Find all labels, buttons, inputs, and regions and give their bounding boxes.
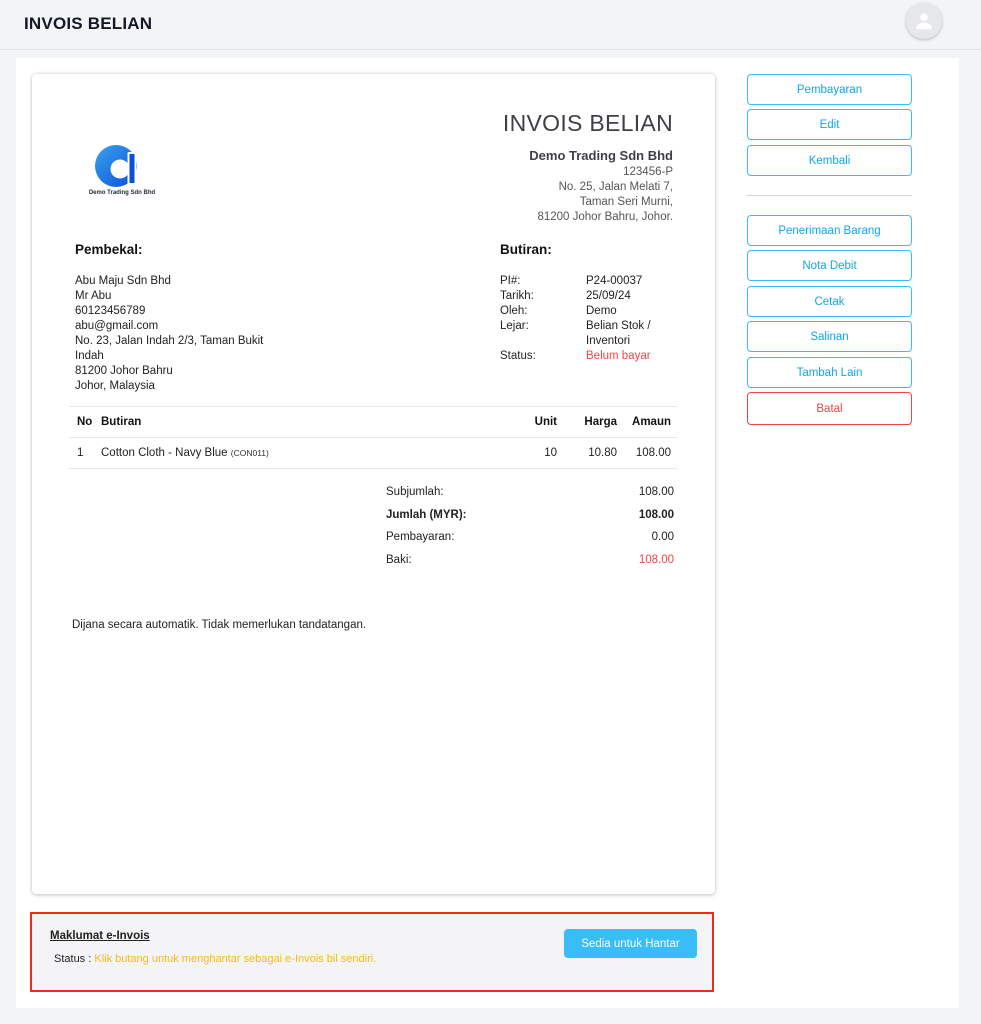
paid-value: 0.00 xyxy=(651,531,674,544)
company-reg-no: 123456-P xyxy=(623,166,673,178)
row-unit: 10 xyxy=(485,437,557,469)
items-table: No Butiran Unit Harga Amaun 1 Cotton Clo… xyxy=(69,406,677,469)
column-header-amount: Amaun xyxy=(617,406,677,438)
logo-caption: Demo Trading Sdn Bhd xyxy=(88,190,156,196)
column-header-unit: Unit xyxy=(485,406,557,438)
detail-row-pi: PI#: P24-00037 xyxy=(500,274,666,289)
subtotal-value: 108.00 xyxy=(638,486,674,499)
detail-value: 25/09/24 xyxy=(586,290,631,302)
supplier-name: Abu Maju Sdn Bhd xyxy=(75,275,171,287)
balance-label: Baki: xyxy=(386,553,412,566)
column-header-item: Butiran xyxy=(101,406,485,438)
copy-button[interactable]: Salinan xyxy=(747,321,912,352)
einvoice-status-hint: Klik butang untuk menghantar sebagai e-I… xyxy=(94,953,377,965)
company-address-line: Taman Seri Murni, xyxy=(579,196,673,208)
back-button[interactable]: Kembali xyxy=(747,145,912,176)
invoice-details: PI#: P24-00037 Tarikh: 25/09/24 Oleh: De… xyxy=(500,274,666,364)
cancel-button[interactable]: Batal xyxy=(747,392,912,425)
invoice-title: INVOIS BELIAN xyxy=(502,110,673,136)
supplier-phone: 60123456789 xyxy=(75,305,146,317)
balance-value: 108.00 xyxy=(638,553,674,566)
detail-label: Tarikh: xyxy=(500,290,534,302)
row-no: 1 xyxy=(69,437,101,469)
company-address-line: No. 25, Jalan Melati 7, xyxy=(558,181,673,193)
top-bar: INVOIS BELIAN xyxy=(0,0,981,50)
company-info: Demo Trading Sdn Bhd 123456-P No. 25, Ja… xyxy=(529,148,673,225)
debit-note-button[interactable]: Nota Debit xyxy=(747,250,912,281)
company-address-line: 81200 Johor Bahru, Johor. xyxy=(537,211,673,223)
supplier-address-line: 81200 Johor Bahru xyxy=(75,365,173,377)
detail-value: Belian Stok / Inventori xyxy=(586,320,651,347)
detail-label: Lejar: xyxy=(500,320,529,332)
detail-row-by: Oleh: Demo xyxy=(500,304,666,319)
table-header-row: No Butiran Unit Harga Amaun xyxy=(69,406,677,438)
detail-label: Status: xyxy=(500,350,536,362)
detail-row-date: Tarikh: 25/09/24 xyxy=(500,289,666,304)
page-title: INVOIS BELIAN xyxy=(24,14,153,33)
detail-label: Oleh: xyxy=(500,305,528,317)
supplier-heading: Pembekal: xyxy=(75,242,143,257)
row-amount: 108.00 xyxy=(617,437,677,469)
payment-button[interactable]: Pembayaran xyxy=(747,74,912,105)
item-code: (CON011) xyxy=(230,448,269,458)
total-label: Jumlah (MYR): xyxy=(386,508,467,521)
paid-row: Pembayaran: 0.00 xyxy=(386,526,674,549)
footnote: Dijana secara automatik. Tidak memerluka… xyxy=(72,619,367,631)
subtotal-row: Subjumlah: 108.00 xyxy=(386,481,674,504)
einvoice-panel: Maklumat e-Invois Status : Klik butang u… xyxy=(30,912,714,992)
supplier-info: Abu Maju Sdn Bhd Mr Abu 60123456789 abu@… xyxy=(75,274,295,394)
detail-row-ledger: Lejar: Belian Stok / Inventori xyxy=(500,319,666,349)
item-name: Cotton Cloth - Navy Blue xyxy=(101,447,228,459)
supplier-email: abu@gmail.com xyxy=(75,320,159,332)
paid-label: Pembayaran: xyxy=(386,531,455,544)
table-row: 1 Cotton Cloth - Navy Blue (CON011) 10 1… xyxy=(69,437,677,469)
total-value: 108.00 xyxy=(638,508,674,521)
status-badge: Belum bayar xyxy=(586,350,651,362)
detail-row-status: Status: Belum bayar xyxy=(500,349,666,364)
row-price: 10.80 xyxy=(557,437,617,469)
einvoice-status: Status : Klik butang untuk menghantar se… xyxy=(54,953,376,965)
detail-value: P24-00037 xyxy=(586,275,643,287)
send-einvoice-button[interactable]: Sedia untuk Hantar xyxy=(564,929,697,958)
goods-receipt-button[interactable]: Penerimaan Barang xyxy=(747,215,912,246)
einvoice-status-label: Status : xyxy=(54,953,92,965)
subtotal-label: Subjumlah: xyxy=(386,486,444,499)
avatar[interactable] xyxy=(906,3,942,39)
edit-button[interactable]: Edit xyxy=(747,109,912,140)
add-more-button[interactable]: Tambah Lain xyxy=(747,357,912,388)
user-icon xyxy=(916,13,932,30)
company-name: Demo Trading Sdn Bhd xyxy=(529,148,673,163)
detail-label: PI#: xyxy=(500,275,521,287)
column-header-price: Harga xyxy=(557,406,617,438)
supplier-address-line: Johor, Malaysia xyxy=(75,380,155,392)
invoice-document: Demo Trading Sdn Bhd INVOIS BELIAN Demo … xyxy=(32,74,715,894)
details-heading: Butiran: xyxy=(500,242,552,257)
column-header-no: No xyxy=(69,406,101,438)
totals-block: Subjumlah: 108.00 Jumlah (MYR): 108.00 P… xyxy=(386,481,674,571)
einvoice-title: Maklumat e-Invois xyxy=(50,930,150,942)
row-item: Cotton Cloth - Navy Blue (CON011) xyxy=(101,437,485,469)
total-row: Jumlah (MYR): 108.00 xyxy=(386,504,674,527)
supplier-address-line: No. 23, Jalan Indah 2/3, Taman Bukit Ind… xyxy=(75,335,264,362)
print-button[interactable]: Cetak xyxy=(747,286,912,317)
divider xyxy=(747,195,912,196)
detail-value: Demo xyxy=(586,305,617,317)
balance-row: Baki: 108.00 xyxy=(386,549,674,572)
supplier-contact: Mr Abu xyxy=(75,290,112,302)
